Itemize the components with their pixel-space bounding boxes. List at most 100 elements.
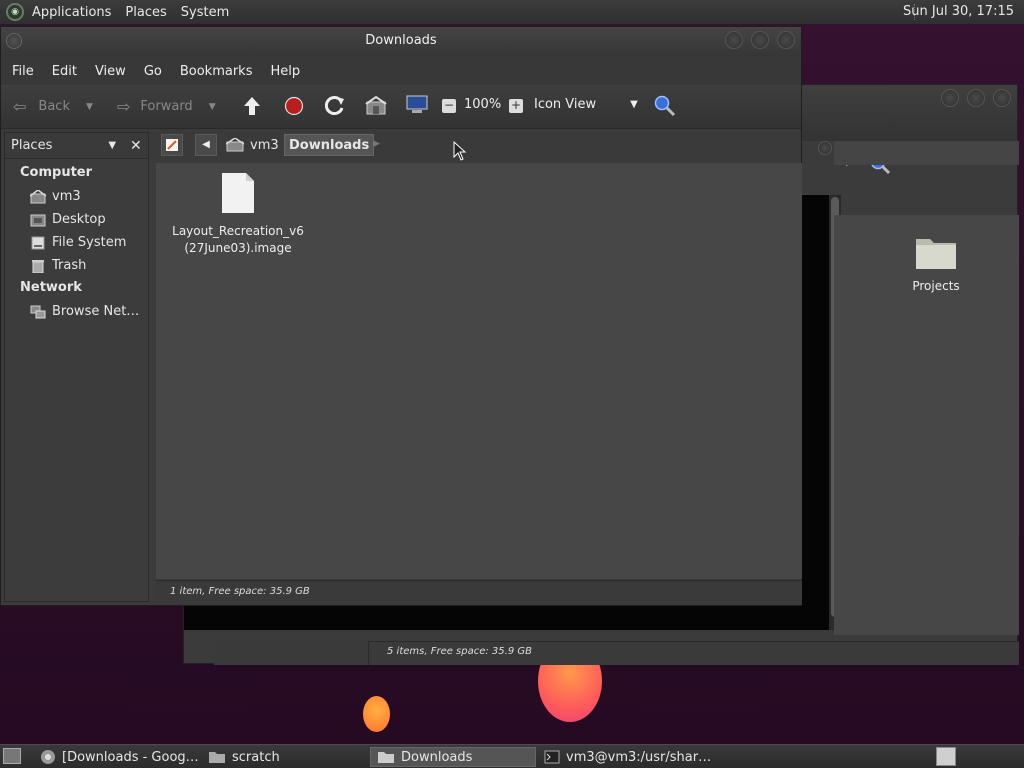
menu-places[interactable]: Places	[125, 5, 166, 20]
workspace-switcher-icon[interactable]	[936, 747, 956, 766]
home-icon[interactable]	[365, 96, 387, 116]
reload-icon[interactable]	[324, 95, 346, 117]
view-mode-dropdown-icon: ▼	[630, 99, 638, 110]
taskbar: [Downloads - Goog… scratch Downloads vm3…	[0, 744, 1024, 768]
maximize-button[interactable]	[751, 31, 769, 49]
menu-logo-icon[interactable]: ◉	[6, 3, 24, 21]
window-title: Downloads	[365, 33, 437, 48]
bg-minimize-button[interactable]	[941, 89, 959, 107]
trash-icon	[32, 259, 44, 273]
sidebar: Places ▼ ✕ Computer vm3 Desktop File Sys…	[4, 132, 149, 602]
edit-pencil-icon	[166, 139, 178, 151]
sidebar-close-icon[interactable]: ✕	[130, 138, 142, 154]
up-arrow-icon[interactable]	[242, 95, 262, 117]
desktop-folder-icon	[30, 214, 46, 226]
top-panel: ◉ Applications Places System Sun Jul 30,…	[0, 0, 1024, 24]
computer-icon[interactable]	[405, 94, 429, 116]
bg-path-bar	[834, 141, 1019, 165]
home-folder-icon	[30, 189, 46, 203]
sidebar-item-trash[interactable]: Trash	[30, 257, 148, 274]
menu-edit[interactable]: Edit	[52, 64, 77, 79]
bg-maximize-button[interactable]	[967, 89, 985, 107]
sidebar-category-network: Network	[20, 280, 82, 295]
zoom-level[interactable]: 100%	[464, 97, 501, 112]
status-text: 1 item, Free space: 35.9 GB	[156, 580, 802, 605]
chrome-icon	[41, 750, 55, 764]
folder-icon	[209, 752, 225, 763]
sidebar-item-file-system[interactable]: File System	[30, 234, 148, 251]
sidebar-item-label: File System	[52, 235, 127, 250]
bg-status-text: 5 items, Free space: 35.9 GB	[369, 641, 1019, 665]
zoom-in-icon[interactable]: +	[509, 99, 523, 113]
task-terminal[interactable]: vm3@vm3:/usr/shar…	[538, 747, 728, 767]
sidebar-item-label: Browse Net…	[52, 304, 140, 319]
bg-inner-button[interactable]	[818, 141, 832, 155]
breadcrumb-home[interactable]: vm3	[222, 134, 283, 156]
back-dropdown-icon[interactable]: ▼	[86, 102, 93, 112]
sidebar-item-browse-network[interactable]: Browse Net…	[30, 303, 148, 320]
toolbar: ⇦ Back ▼ ⇨ Forward ▼ − 100% + Icon View …	[1, 85, 801, 129]
folder-icon[interactable]	[914, 233, 958, 271]
task-label: Downloads	[401, 749, 473, 765]
menu-help[interactable]: Help	[270, 64, 300, 79]
clock[interactable]: Sun Jul 30, 17:15	[903, 4, 1014, 19]
home-folder-icon	[226, 138, 244, 152]
mouse-pointer-icon	[453, 141, 467, 161]
forward-dropdown-icon[interactable]: ▼	[209, 102, 216, 112]
network-icon	[30, 305, 46, 318]
window-titlebar[interactable]: Downloads	[1, 27, 801, 57]
breadcrumb-home-label: vm3	[250, 137, 279, 153]
view-mode-label: Icon View	[534, 97, 597, 112]
menu-system[interactable]: System	[181, 5, 229, 20]
file-name-line1: Layout_Recreation_v6	[172, 224, 304, 238]
path-forward-arrow-icon[interactable]: ▶	[373, 139, 380, 149]
menu-bookmarks[interactable]: Bookmarks	[180, 64, 253, 79]
bg-status-left	[214, 641, 369, 665]
folder-icon	[378, 752, 394, 763]
wallpaper-orb-small	[363, 696, 390, 732]
downloads-window[interactable]: Downloads File Edit View Go Bookmarks He…	[0, 26, 802, 606]
window-menu-button[interactable]	[6, 33, 22, 49]
sidebar-category-computer: Computer	[20, 165, 93, 180]
bg-close-button[interactable]	[993, 89, 1011, 107]
task-scratch[interactable]: scratch	[202, 747, 362, 767]
show-desktop-icon[interactable]	[3, 748, 21, 764]
forward-arrow-icon: ⇨	[117, 97, 131, 116]
sidebar-dropdown-icon[interactable]: ▼	[108, 140, 116, 151]
task-downloads[interactable]: Downloads	[370, 747, 536, 767]
file-item[interactable]: Layout_Recreation_v6 (27June03).image	[168, 171, 308, 257]
view-mode-selector[interactable]: Icon View ▼	[534, 97, 638, 112]
path-back-arrow-icon[interactable]: ◀	[195, 134, 217, 156]
breadcrumb-current[interactable]: Downloads	[284, 134, 375, 156]
folder-label-projects[interactable]: Projects	[884, 279, 988, 293]
drive-icon	[31, 236, 45, 249]
task-label: scratch	[232, 749, 280, 765]
file-icon	[222, 173, 254, 213]
task-label: [Downloads - Goog…	[62, 749, 199, 765]
back-label: Back	[38, 99, 70, 114]
sidebar-header-label: Places	[11, 138, 53, 153]
sidebar-item-label: Desktop	[52, 212, 106, 227]
file-area[interactable]: Layout_Recreation_v6 (27June03).image	[156, 163, 802, 579]
task-label: vm3@vm3:/usr/shar…	[566, 749, 712, 765]
search-icon[interactable]	[653, 94, 677, 118]
sidebar-item-desktop[interactable]: Desktop	[30, 211, 148, 228]
bg-file-area[interactable]	[834, 215, 1019, 635]
close-button[interactable]	[777, 31, 795, 49]
sidebar-item-label: vm3	[52, 189, 81, 204]
minimize-button[interactable]	[725, 31, 743, 49]
menu-view[interactable]: View	[95, 64, 126, 79]
menu-go[interactable]: Go	[144, 64, 162, 79]
back-button[interactable]: ⇦ Back ▼	[13, 97, 93, 116]
menu-bar: File Edit View Go Bookmarks Help	[1, 57, 801, 85]
menu-file[interactable]: File	[12, 64, 34, 79]
edit-location-button[interactable]	[161, 134, 183, 156]
forward-button[interactable]: ⇨ Forward ▼	[117, 97, 216, 116]
sidebar-item-vm3[interactable]: vm3	[30, 188, 148, 205]
forward-label: Forward	[140, 99, 193, 114]
stop-icon[interactable]	[284, 96, 304, 116]
zoom-out-icon[interactable]: −	[442, 99, 456, 113]
sidebar-header[interactable]: Places ▼ ✕	[5, 133, 148, 159]
menu-applications[interactable]: Applications	[32, 5, 111, 20]
task-browser[interactable]: [Downloads - Goog…	[34, 747, 200, 767]
